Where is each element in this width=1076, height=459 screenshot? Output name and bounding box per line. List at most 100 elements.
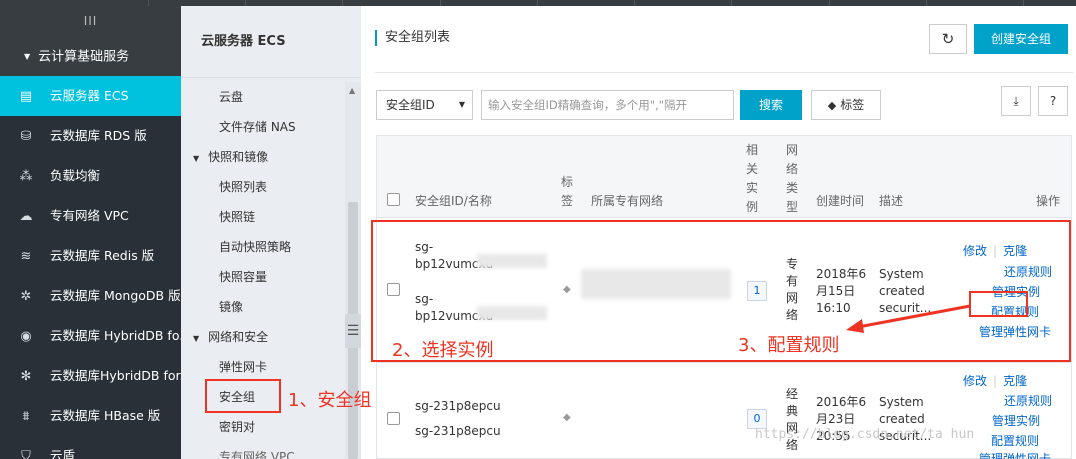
subnav-group-network-security[interactable]: ▼ 网络和安全 xyxy=(181,322,345,352)
hbase-icon: ⩩ xyxy=(22,409,30,424)
sidebar-item-label: 云数据库 HBase 版 xyxy=(50,408,161,423)
sidebar-item-rds[interactable]: ⛁ 云数据库 RDS 版 xyxy=(0,116,181,156)
subnav-item-auto-snapshot-policy[interactable]: 自动快照策略 xyxy=(181,232,345,262)
sidebar-item-vpc[interactable]: ☁ 专有网络 VPC xyxy=(0,196,181,236)
shield-icon: ⛉ xyxy=(21,449,31,459)
network-type: 经 典 网 络 xyxy=(786,387,799,452)
highlight-security-group-menu xyxy=(205,379,281,413)
sidebar-item-mongodb[interactable]: ✲ 云数据库 MongoDB 版 xyxy=(0,276,181,316)
sidebar-item-label: 云数据库 Redis 版 xyxy=(50,248,155,263)
subnav-group-label: 快照和镜像 xyxy=(208,150,269,164)
sidebar-item-label: 云盾 xyxy=(50,448,76,459)
row-checkbox[interactable] xyxy=(387,412,400,425)
caret-down-icon: ▼ xyxy=(24,52,31,61)
page-title: 安全组列表 xyxy=(375,30,450,46)
cloud-icon: ☁ xyxy=(19,209,33,224)
subnav-item-snapshot-list[interactable]: 快照列表 xyxy=(181,172,345,202)
sidebar-item-hbase[interactable]: ⩩ 云数据库 HBase 版 xyxy=(0,396,181,436)
eye-icon: ◉ xyxy=(20,329,32,344)
subnav-item-snapshot-chain[interactable]: 快照链 xyxy=(181,202,345,232)
secondary-sidebar-title: 云服务器 ECS xyxy=(181,6,361,78)
subnav-item-snapshot-capacity[interactable]: 快照容量 xyxy=(181,262,345,292)
load-balancer-icon: ⁂ xyxy=(19,169,33,184)
sidebar-item-ecs[interactable]: ▤ 云服务器 ECS xyxy=(0,76,181,116)
subnav-group-snapshots[interactable]: ▼ 快照和镜像 xyxy=(181,142,345,172)
create-security-group-button[interactable]: 创建安全组 xyxy=(974,24,1068,54)
tag-icon[interactable]: ◆ xyxy=(563,412,571,423)
server-icon: ▤ xyxy=(19,89,33,104)
sidebar-item-label: 负载均衡 xyxy=(50,168,101,183)
sidebar-collapse-button[interactable]: III xyxy=(0,6,181,38)
scroll-up-icon[interactable]: ▲ xyxy=(349,86,355,95)
column-header-ops: 操作 xyxy=(1036,194,1061,208)
export-button[interactable]: ⤓ xyxy=(1001,86,1031,116)
column-header-vpc: 所属专有网络 xyxy=(591,194,664,208)
column-header-desc: 描述 xyxy=(879,194,904,208)
restore-rules-link[interactable]: 还原规则 xyxy=(1004,393,1052,410)
sidebar-item-label: 云数据库 HybridDB fo... xyxy=(50,328,181,343)
sidebar-group-cloud-basic[interactable]: ▼ 云计算基础服务 xyxy=(0,38,181,76)
security-group-name: sg-231p8epcu xyxy=(415,424,501,438)
clone-link[interactable]: 克隆 xyxy=(1003,374,1027,388)
security-group-id: sg-231p8epcu xyxy=(415,399,501,413)
manage-instances-link[interactable]: 管理实例 xyxy=(992,413,1040,430)
action-separator: | xyxy=(993,374,998,388)
tag-button-label: 标签 xyxy=(840,98,865,112)
subnav-item-eni[interactable]: 弹性网卡 xyxy=(181,352,345,382)
help-button[interactable]: ? xyxy=(1038,86,1068,116)
sidebar-item-label: 专有网络 VPC xyxy=(50,208,129,223)
search-input[interactable] xyxy=(481,90,734,120)
sidebar-item-label: 云数据库 MongoDB 版 xyxy=(50,288,181,303)
configure-rules-link[interactable]: 配置规则 xyxy=(991,433,1039,450)
select-value: 安全组ID xyxy=(386,98,435,112)
sidebar-item-redis[interactable]: ≋ 云数据库 Redis 版 xyxy=(0,236,181,276)
tag-filter-button[interactable]: ◆ 标签 xyxy=(811,90,881,120)
network-icon: ✻ xyxy=(20,369,32,384)
subnav-item-nas[interactable]: 文件存储 NAS xyxy=(181,112,345,142)
modify-link[interactable]: 修改 xyxy=(963,374,987,388)
table-header: 安全组ID/名称 标 签 所属专有网络 相 关 实 例 网 络 类 型 创建时间… xyxy=(377,136,1071,218)
chevron-down-icon: ▼ xyxy=(458,100,465,109)
column-header-net-type: 网 络 类 型 xyxy=(786,143,799,214)
sidebar-item-label: 云服务器 ECS xyxy=(50,88,129,103)
search-field-select[interactable]: 安全组ID ▼ xyxy=(376,90,473,120)
sidebar-toggle-icon[interactable]: ☰ xyxy=(345,314,361,348)
tag-icon: ◆ xyxy=(827,99,837,112)
layers-icon: ≋ xyxy=(20,249,32,264)
annotation-arrow xyxy=(846,304,971,333)
column-header-instances: 相 关 实 例 xyxy=(746,143,759,214)
column-header-created: 创建时间 xyxy=(816,194,865,208)
database-icon: ⛁ xyxy=(20,129,32,144)
annotation-step-2: 2、选择实例 xyxy=(392,340,494,361)
subnav-item-disk[interactable]: 云盘 xyxy=(181,82,345,112)
annotation-step-1: 1、安全组 xyxy=(288,390,372,411)
primary-sidebar: III ▼ 云计算基础服务 ▤ 云服务器 ECS ⛁ 云数据库 RDS 版 ⁂ 负载均衡… xyxy=(0,6,181,459)
refresh-button[interactable]: ↻ xyxy=(929,24,967,54)
subnav-item-images[interactable]: 镜像 xyxy=(181,292,345,322)
sidebar-item-hybriddb-1[interactable]: ◉ 云数据库 HybridDB fo... xyxy=(0,316,181,356)
subnav-group-label: 网络和安全 xyxy=(208,330,269,344)
manage-eni-link[interactable]: 管理弹性网卡 xyxy=(979,451,1051,459)
sidebar-item-label: 云数据库 RDS 版 xyxy=(50,128,147,143)
annotation-step-3: 3、配置规则 xyxy=(738,335,840,356)
sidebar-item-hybriddb-2[interactable]: ✻ 云数据库HybridDB for... xyxy=(0,356,181,396)
caret-down-icon: ▼ xyxy=(193,334,200,343)
instance-count[interactable]: 0 xyxy=(747,409,767,429)
header-divider xyxy=(375,72,1073,73)
caret-down-icon: ▼ xyxy=(193,154,200,163)
highlight-configure-rules xyxy=(969,291,1028,317)
column-header-id-name: 安全组ID/名称 xyxy=(415,194,492,208)
subnav-item-vpc[interactable]: 专有网络 VPC xyxy=(181,442,345,459)
sidebar-item-slb[interactable]: ⁂ 负载均衡 xyxy=(0,156,181,196)
subnav-item-keypair[interactable]: 密钥对 xyxy=(181,412,345,442)
row-divider xyxy=(377,362,1071,363)
watermark: https://blog.csdn.net/ta hun xyxy=(755,427,975,442)
column-header-tag: 标 签 xyxy=(561,175,574,208)
select-all-checkbox[interactable] xyxy=(387,193,400,206)
sidebar-item-label: 云数据库HybridDB for... xyxy=(50,368,181,383)
search-button[interactable]: 搜索 xyxy=(740,90,802,120)
sidebar-group-label: 云计算基础服务 xyxy=(38,49,130,65)
sidebar-item-cloud-shield[interactable]: ⛉ 云盾 xyxy=(0,436,181,459)
row-actions-top: 修改 | 克隆 xyxy=(963,373,1027,390)
gear-icon: ✲ xyxy=(20,289,32,304)
